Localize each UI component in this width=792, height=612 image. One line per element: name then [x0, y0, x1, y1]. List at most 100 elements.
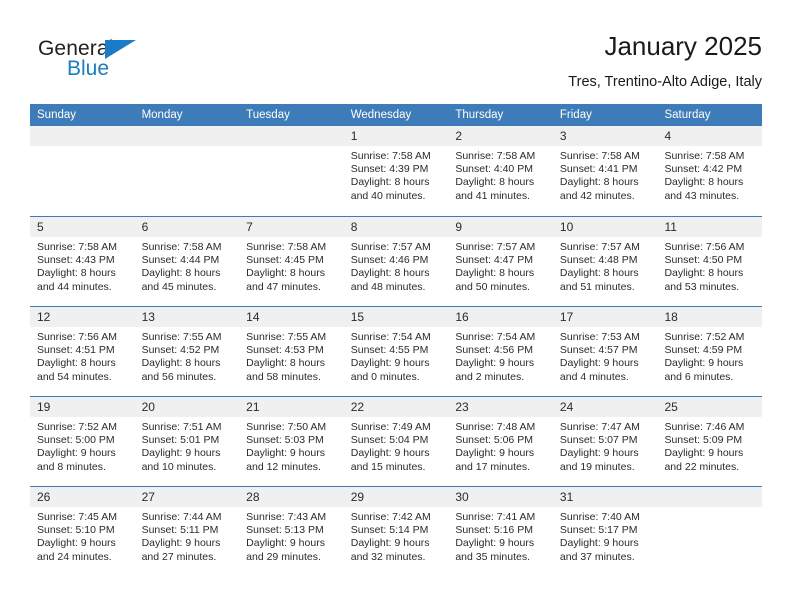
sunrise-text: Sunrise: 7:58 AM — [350, 150, 431, 162]
calendar-day-cell[interactable]: 10 Sunrise: 7:57 AM Sunset: 4:48 PM Dayligh… — [552, 217, 658, 306]
calendar-day-cell[interactable]: 2 Sunrise: 7:58 AM Sunset: 4:40 PM Daylight… — [448, 126, 553, 216]
calendar-day-cell[interactable]: 30 Sunrise: 7:41 AM Sunset: 5:16 PM Dayligh… — [448, 487, 553, 576]
sunset-text: Sunset: 4:51 PM — [37, 344, 115, 357]
day-sun-info: Sunrise: 7:54 AM Sunset: 4:55 PM Daylight:… — [344, 327, 449, 384]
daylight-text-line2: and 41 minutes. — [455, 189, 531, 202]
calendar-day-cell[interactable]: 4 Sunrise: 7:58 AM Sunset: 4:42 PM Daylight… — [657, 126, 763, 216]
sunset-text: Sunset: 4:48 PM — [559, 254, 638, 267]
daylight-text-line1: Daylight: 8 hours — [246, 357, 325, 370]
calendar-day-cell[interactable]: 27 Sunrise: 7:44 AM Sunset: 5:11 PM Dayligh… — [134, 487, 240, 576]
day-sun-info: Sunrise: 7:48 AM Sunset: 5:06 PM Daylight:… — [448, 417, 553, 474]
sunset-text: Sunset: 5:03 PM — [246, 434, 324, 447]
calendar-day-cell[interactable]: 7 Sunrise: 7:58 AM Sunset: 4:45 PM Daylight… — [239, 217, 344, 306]
day-number — [657, 487, 763, 507]
day-number: 15 — [343, 307, 449, 327]
page-subtitle: Tres, Trentino-Alto Adige, Italy — [568, 74, 762, 90]
sunrise-text: Sunrise: 7:58 AM — [664, 150, 745, 162]
sunset-text: Sunset: 4:57 PM — [559, 344, 638, 357]
day-number: 13 — [134, 307, 240, 327]
calendar-day-cell[interactable]: 31 Sunrise: 7:40 AM Sunset: 5:17 PM Dayligh… — [552, 487, 658, 576]
day-sun-info: Sunrise: 7:49 AM Sunset: 5:04 PM Daylight:… — [344, 417, 449, 474]
day-number: 20 — [134, 397, 240, 417]
sunrise-text: Sunrise: 7:57 AM — [350, 241, 431, 253]
calendar-day-cell[interactable]: 17 Sunrise: 7:53 AM Sunset: 4:57 PM Dayligh… — [552, 307, 658, 396]
daylight-text-line1: Daylight: 9 hours — [559, 357, 639, 370]
day-sun-info: Sunrise: 7:46 AM Sunset: 5:09 PM Daylight:… — [657, 417, 762, 474]
daylight-text-line1: Daylight: 8 hours — [455, 267, 535, 280]
sunset-text: Sunset: 5:17 PM — [559, 524, 638, 537]
day-sun-info: Sunrise: 7:43 AM Sunset: 5:13 PM Daylight:… — [239, 507, 344, 564]
weekday-header-friday: Friday — [559, 109, 592, 121]
day-sun-info: Sunrise: 7:58 AM Sunset: 4:44 PM Daylight:… — [135, 237, 240, 294]
daylight-text-line1: Daylight: 8 hours — [37, 267, 116, 280]
day-number: 16 — [448, 307, 553, 327]
daylight-text-line1: Daylight: 8 hours — [664, 267, 744, 280]
calendar-day-cell[interactable]: 5 Sunrise: 7:58 AM Sunset: 4:43 PM Daylight… — [30, 217, 135, 306]
sunset-text: Sunset: 4:46 PM — [350, 254, 429, 267]
daylight-text-line1: Daylight: 9 hours — [455, 537, 535, 550]
calendar-day-cell[interactable]: 20 Sunrise: 7:51 AM Sunset: 5:01 PM Dayligh… — [134, 397, 240, 486]
day-number: 26 — [30, 487, 135, 507]
calendar-day-cell[interactable]: 11 Sunrise: 7:56 AM Sunset: 4:50 PM Dayligh… — [657, 217, 763, 306]
calendar-day-cell[interactable]: 23 Sunrise: 7:48 AM Sunset: 5:06 PM Dayligh… — [448, 397, 553, 486]
sunrise-text: Sunrise: 7:53 AM — [559, 331, 640, 343]
calendar-day-cell[interactable]: 21 Sunrise: 7:50 AM Sunset: 5:03 PM Dayligh… — [239, 397, 344, 486]
calendar-week-row: 1 Sunrise: 7:58 AM Sunset: 4:39 PM Daylight… — [30, 126, 763, 216]
sunset-text: Sunset: 5:06 PM — [455, 434, 533, 447]
daylight-text-line1: Daylight: 8 hours — [664, 176, 744, 189]
calendar-day-cell[interactable]: 24 Sunrise: 7:47 AM Sunset: 5:07 PM Dayligh… — [552, 397, 658, 486]
sunset-text: Sunset: 4:55 PM — [350, 344, 429, 357]
calendar-day-cell[interactable]: 9 Sunrise: 7:57 AM Sunset: 4:47 PM Daylight… — [448, 217, 553, 306]
calendar-week-row: 5 Sunrise: 7:58 AM Sunset: 4:43 PM Daylight… — [30, 216, 763, 306]
sunrise-text: Sunrise: 7:54 AM — [455, 331, 536, 343]
calendar-day-cell[interactable]: 19 Sunrise: 7:52 AM Sunset: 5:00 PM Dayligh… — [30, 397, 135, 486]
day-number: 22 — [343, 397, 449, 417]
calendar-day-cell[interactable]: 13 Sunrise: 7:55 AM Sunset: 4:52 PM Dayligh… — [134, 307, 240, 396]
sunset-text: Sunset: 5:01 PM — [141, 434, 220, 447]
calendar-day-cell[interactable]: 8 Sunrise: 7:57 AM Sunset: 4:46 PM Daylight… — [343, 217, 449, 306]
day-number: 30 — [448, 487, 553, 507]
day-sun-info: Sunrise: 7:57 AM Sunset: 4:48 PM Daylight:… — [553, 237, 658, 294]
daylight-text-line2: and 47 minutes. — [246, 280, 321, 293]
calendar-day-cell[interactable]: 26 Sunrise: 7:45 AM Sunset: 5:10 PM Dayligh… — [30, 487, 135, 576]
sunset-text: Sunset: 5:00 PM — [37, 434, 115, 447]
calendar-grid: Sunday Monday Tuesday Wednesday Thursday… — [30, 104, 763, 576]
brand-name-blue: Blue — [67, 57, 110, 80]
day-number: 7 — [239, 217, 344, 237]
daylight-text-line1: Daylight: 8 hours — [141, 357, 221, 370]
calendar-day-cell[interactable]: 22 Sunrise: 7:49 AM Sunset: 5:04 PM Dayligh… — [343, 397, 449, 486]
day-sun-info: Sunrise: 7:52 AM Sunset: 5:00 PM Daylight:… — [30, 417, 135, 474]
day-number: 12 — [30, 307, 135, 327]
calendar-day-cell[interactable]: 25 Sunrise: 7:46 AM Sunset: 5:09 PM Dayligh… — [657, 397, 763, 486]
daylight-text-line2: and 43 minutes. — [664, 189, 740, 202]
sunrise-text: Sunrise: 7:55 AM — [246, 331, 327, 343]
day-sun-info: Sunrise: 7:56 AM Sunset: 4:50 PM Daylight:… — [657, 237, 762, 294]
sunrise-text: Sunrise: 7:58 AM — [141, 241, 222, 253]
title-block: January 2025 Tres, Trentino-Alto Adige, … — [568, 30, 762, 92]
calendar-day-cell[interactable]: 29 Sunrise: 7:42 AM Sunset: 5:14 PM Dayligh… — [343, 487, 449, 576]
day-sun-info: Sunrise: 7:50 AM Sunset: 5:03 PM Daylight:… — [239, 417, 344, 474]
sunset-text: Sunset: 4:47 PM — [455, 254, 533, 267]
calendar-day-cell[interactable]: 15 Sunrise: 7:54 AM Sunset: 4:55 PM Dayligh… — [343, 307, 449, 396]
sunrise-text: Sunrise: 7:58 AM — [246, 241, 327, 253]
calendar-day-cell[interactable]: 3 Sunrise: 7:58 AM Sunset: 4:41 PM Daylight… — [552, 126, 658, 216]
calendar-day-cell[interactable]: 18 Sunrise: 7:52 AM Sunset: 4:59 PM Dayligh… — [657, 307, 763, 396]
calendar-day-cell[interactable]: 12 Sunrise: 7:56 AM Sunset: 4:51 PM Dayligh… — [30, 307, 135, 396]
calendar-day-cell[interactable]: 16 Sunrise: 7:54 AM Sunset: 4:56 PM Dayligh… — [448, 307, 553, 396]
day-number: 24 — [552, 397, 658, 417]
calendar-day-cell[interactable]: 6 Sunrise: 7:58 AM Sunset: 4:44 PM Daylight… — [134, 217, 240, 306]
sunrise-text: Sunrise: 7:47 AM — [559, 421, 640, 433]
calendar-day-cell-empty — [30, 126, 135, 216]
sunrise-text: Sunrise: 7:56 AM — [664, 241, 745, 253]
sunset-text: Sunset: 4:40 PM — [455, 163, 533, 176]
calendar-day-cell[interactable]: 1 Sunrise: 7:58 AM Sunset: 4:39 PM Daylight… — [343, 126, 449, 216]
daylight-text-line2: and 42 minutes. — [559, 189, 635, 202]
daylight-text-line2: and 15 minutes. — [350, 460, 426, 473]
calendar-day-cell[interactable]: 14 Sunrise: 7:55 AM Sunset: 4:53 PM Dayligh… — [239, 307, 344, 396]
calendar-day-cell[interactable]: 28 Sunrise: 7:43 AM Sunset: 5:13 PM Dayligh… — [239, 487, 344, 576]
day-sun-info: Sunrise: 7:47 AM Sunset: 5:07 PM Daylight:… — [553, 417, 658, 474]
sunset-text: Sunset: 4:45 PM — [246, 254, 324, 267]
brand-logo[interactable]: General Blue — [38, 38, 168, 88]
sunset-text: Sunset: 4:59 PM — [664, 344, 743, 357]
sunset-text: Sunset: 5:07 PM — [559, 434, 638, 447]
